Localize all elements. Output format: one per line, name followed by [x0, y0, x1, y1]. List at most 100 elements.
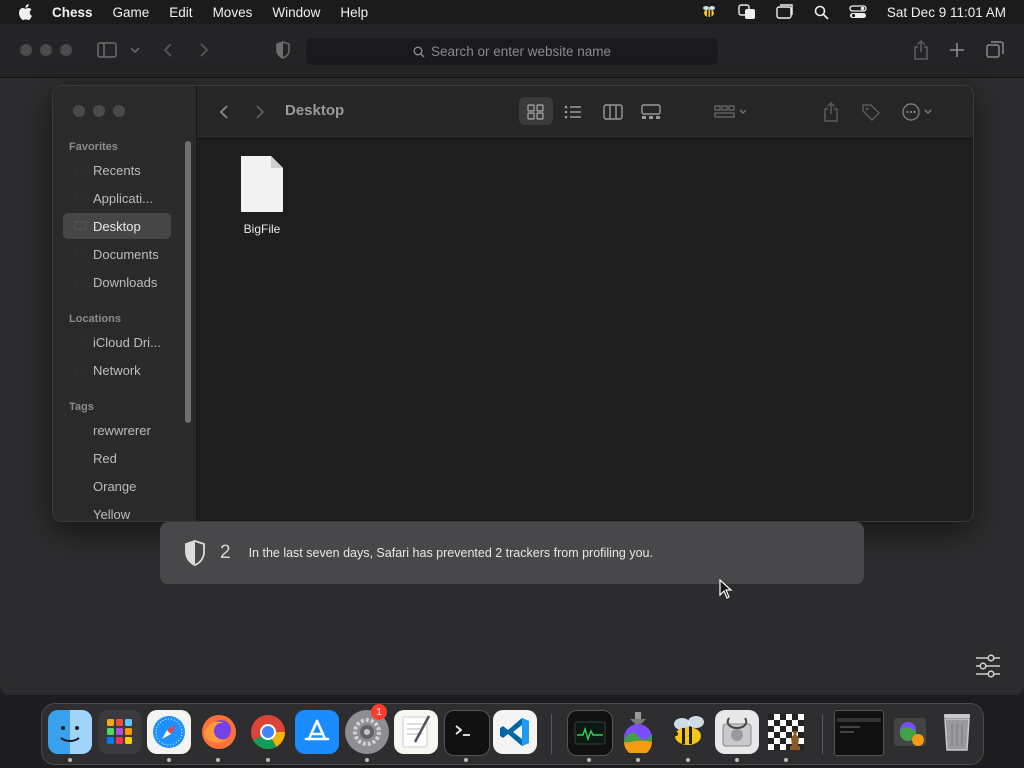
finder-content-area [197, 139, 973, 521]
finder-minimize-button[interactable] [93, 105, 105, 117]
privacy-shield-icon[interactable] [275, 41, 291, 59]
dock-bee-app-icon[interactable] [666, 710, 710, 754]
group-by-icon[interactable] [714, 100, 748, 124]
search-icon [413, 46, 425, 57]
column-view-icon[interactable] [603, 100, 623, 124]
apple-menu-icon[interactable] [18, 3, 36, 21]
list-view-icon[interactable] [564, 100, 582, 124]
sidebar-item-label: Documents [93, 246, 159, 262]
address-placeholder: Search or enter website name [430, 44, 612, 59]
dock-monterey-installer-icon[interactable] [616, 710, 660, 754]
sidebar-item-icloud[interactable]: iCloud Dri... [63, 329, 171, 355]
menu-moves[interactable]: Moves [213, 5, 253, 20]
sidebar-item-tag-red[interactable]: Red [63, 445, 171, 471]
finder-window-title: Desktop [285, 102, 345, 119]
sidebar-item-tag-yellow[interactable]: Yellow [63, 501, 171, 522]
dock-chess-icon[interactable] [764, 710, 808, 754]
menu-clock[interactable]: Sat Dec 9 11:01 AM [887, 5, 1006, 20]
sidebar-item-label: rewwrerer [93, 422, 151, 438]
running-indicator [735, 758, 739, 762]
tab-overview-icon[interactable] [986, 41, 1004, 59]
sidebar-item-tag-orange[interactable]: Orange [63, 473, 171, 499]
finder-back-icon[interactable] [219, 100, 229, 124]
dock-firefox-icon[interactable] [197, 710, 241, 754]
finder-forward-icon[interactable] [255, 100, 265, 124]
running-indicator [587, 758, 591, 762]
address-bar[interactable]: Search or enter website name [306, 38, 718, 65]
file-item-bigfile[interactable] [239, 155, 285, 218]
dock-app-store-icon[interactable] [295, 710, 339, 754]
gallery-view-icon[interactable] [641, 100, 661, 124]
icon-view-icon[interactable] [527, 100, 545, 124]
more-actions-icon[interactable] [901, 100, 935, 124]
dock-separator [822, 714, 823, 754]
tag-dot-icon [73, 451, 87, 465]
dock-installer-stack-icon[interactable] [888, 710, 932, 754]
share-icon[interactable] [913, 40, 929, 60]
safari-zoom-button[interactable] [60, 44, 72, 56]
sidebar-section-favorites: Favorites [69, 141, 118, 153]
sidebar-item-applications[interactable]: Applicati... [63, 185, 171, 211]
finder-sidebar: Favorites Recents Applicati... Desktop D… [53, 86, 197, 521]
tag-icon[interactable] [861, 100, 881, 124]
dock-textedit-icon[interactable] [394, 710, 438, 754]
menu-edit[interactable]: Edit [169, 5, 192, 20]
dock-launchpad-icon[interactable] [98, 710, 142, 754]
clock-icon [73, 163, 87, 177]
spotlight-search-icon[interactable] [814, 5, 829, 20]
sidebar-item-recents[interactable]: Recents [63, 157, 171, 183]
status-translate-icon[interactable] [738, 4, 756, 20]
dock-chrome-icon[interactable] [246, 710, 290, 754]
finder-toolbar: Desktop [197, 86, 973, 139]
finder-window: Favorites Recents Applicati... Desktop D… [52, 85, 974, 522]
chevron-down-icon[interactable] [130, 46, 140, 54]
sidebar-toggle-icon[interactable] [97, 42, 117, 58]
forward-icon[interactable] [199, 42, 209, 58]
running-indicator [636, 758, 640, 762]
running-indicator [266, 758, 270, 762]
dock-vscode-icon[interactable] [493, 710, 537, 754]
finder-zoom-button[interactable] [113, 105, 125, 117]
new-tab-icon[interactable] [949, 42, 965, 58]
dock-finder-icon[interactable] [48, 710, 92, 754]
running-indicator [686, 758, 690, 762]
sidebar-section-tags: Tags [69, 401, 94, 413]
dock-activity-monitor-icon[interactable] [567, 710, 613, 756]
sidebar-item-tag-rewwrerer[interactable]: rewwrerer [63, 417, 171, 443]
dock-trash-icon[interactable] [935, 710, 979, 754]
menu-window[interactable]: Window [272, 5, 320, 20]
privacy-report-banner[interactable]: 2 In the last seven days, Safari has pre… [160, 522, 864, 584]
dock-disk-utility-icon[interactable] [715, 710, 759, 754]
sidebar-item-documents[interactable]: Documents [63, 241, 171, 267]
finder-share-icon[interactable] [823, 100, 839, 124]
back-icon[interactable] [163, 42, 173, 58]
menu-app-name[interactable]: Chess [52, 5, 93, 20]
network-icon [73, 363, 87, 377]
sidebar-item-network[interactable]: Network [63, 357, 171, 383]
sidebar-scrollbar[interactable] [185, 141, 191, 423]
dock-system-settings-icon[interactable]: 1 [345, 704, 389, 754]
desktop-icon [73, 219, 87, 233]
menu-help[interactable]: Help [340, 5, 368, 20]
menu-game[interactable]: Game [113, 5, 150, 20]
sidebar-item-label: Network [93, 362, 141, 378]
tag-dot-icon [73, 507, 87, 521]
sidebar-item-desktop[interactable]: Desktop [63, 213, 171, 239]
dock-terminal-icon[interactable] [444, 710, 490, 756]
customize-start-page-icon[interactable] [974, 654, 1002, 683]
sidebar-item-label: Yellow [93, 506, 131, 522]
dock-minimized-window-thumbnail[interactable] [834, 710, 884, 756]
finder-close-button[interactable] [73, 105, 85, 117]
dock-separator [551, 714, 552, 754]
sidebar-item-downloads[interactable]: Downloads [63, 269, 171, 295]
sidebar-section-locations: Locations [69, 313, 121, 325]
control-center-icon[interactable] [849, 5, 867, 19]
dock-safari-icon[interactable] [147, 710, 191, 754]
document-file-icon [241, 156, 283, 212]
safari-minimize-button[interactable] [40, 44, 52, 56]
applications-icon [73, 191, 87, 205]
sidebar-item-label: Red [93, 450, 117, 466]
safari-close-button[interactable] [20, 44, 32, 56]
status-bee-icon[interactable] [700, 4, 718, 20]
status-screens-icon[interactable] [776, 4, 794, 20]
